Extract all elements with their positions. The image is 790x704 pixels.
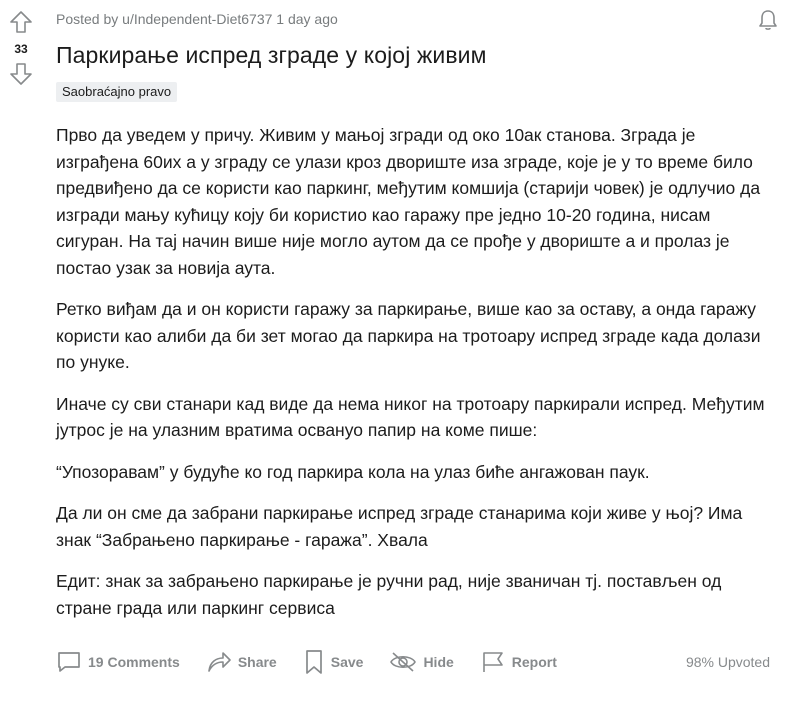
flag-icon bbox=[482, 652, 503, 672]
post-paragraph: Ретко виђам да и он користи гаражу за па… bbox=[56, 299, 761, 372]
hide-label: Hide bbox=[423, 654, 454, 670]
save-button[interactable]: Save bbox=[303, 649, 364, 675]
post-paragraph: Иначе су сви станари кад виде да нема ни… bbox=[56, 393, 765, 441]
upvote-arrow-icon bbox=[10, 11, 32, 33]
post-paragraph: “Упозоравам” у будуће ко год паркира кол… bbox=[56, 461, 650, 482]
downvote-button[interactable] bbox=[7, 60, 35, 88]
upvote-button[interactable] bbox=[7, 8, 35, 36]
hide-button[interactable]: Hide bbox=[389, 650, 454, 674]
save-label: Save bbox=[330, 654, 364, 670]
vote-score: 33 bbox=[14, 42, 28, 56]
bell-icon bbox=[759, 10, 777, 30]
post-actions-bar: 19 Comments Share Save Hide Report 98% U… bbox=[56, 644, 770, 680]
share-icon bbox=[208, 652, 231, 672]
post-flair[interactable]: Saobraćajno pravo bbox=[56, 82, 178, 102]
comments-label: 19 Comments bbox=[88, 654, 180, 670]
downvote-arrow-icon bbox=[10, 63, 32, 85]
post-content: Posted by u/Independent-Diet6737 1 day a… bbox=[56, 8, 780, 636]
upvote-percentage: 98% Upvoted bbox=[685, 654, 770, 670]
post-title[interactable]: Паркирање испред зграде у којој живим bbox=[56, 40, 780, 70]
share-label: Share bbox=[237, 654, 277, 670]
comments-button[interactable]: 19 Comments bbox=[56, 650, 180, 674]
post-body: Прво да уведем у причу. Живим у мањој зг… bbox=[56, 122, 780, 621]
report-button[interactable]: Report bbox=[480, 650, 557, 674]
report-label: Report bbox=[511, 654, 557, 670]
post-paragraph: Прво да уведем у причу. Живим у мањој зг… bbox=[56, 125, 761, 278]
comment-icon bbox=[58, 652, 80, 672]
notification-bell-button[interactable] bbox=[756, 8, 780, 37]
vote-column: 33 bbox=[0, 8, 42, 88]
post-paragraph: Да ли он сме да забрани паркирање испред… bbox=[56, 503, 743, 550]
share-button[interactable]: Share bbox=[206, 650, 277, 674]
bookmark-icon bbox=[305, 650, 322, 674]
post-paragraph: Едит: знак за забрањено паркирање је руч… bbox=[56, 571, 722, 618]
eye-slash-icon bbox=[390, 652, 417, 672]
post-meta: Posted by u/Independent-Diet6737 1 day a… bbox=[56, 11, 338, 27]
